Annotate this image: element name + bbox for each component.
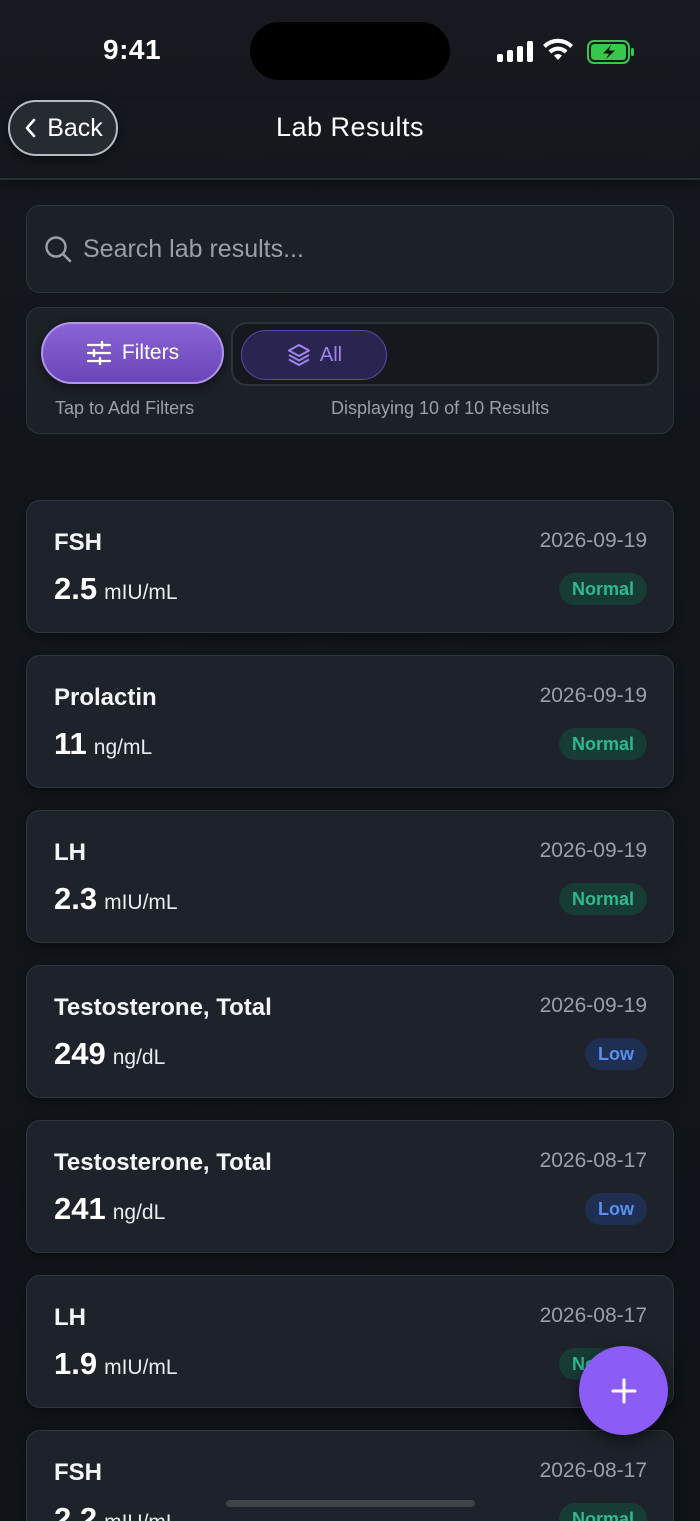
result-date: 2026-08-17 bbox=[539, 1304, 647, 1327]
status-badge: Normal bbox=[558, 573, 647, 605]
filters-button-label: Filters bbox=[121, 341, 180, 364]
result-unit: mIU/mL bbox=[104, 1511, 178, 1521]
wifi-icon bbox=[543, 38, 573, 60]
layers-icon bbox=[287, 344, 310, 366]
result-value-row: 11 ng/mL bbox=[54, 726, 152, 762]
result-unit: ng/dL bbox=[112, 1046, 166, 1069]
result-value-row: 2.5 mIU/mL bbox=[54, 571, 178, 607]
result-name: Testosterone, Total bbox=[54, 1149, 272, 1176]
result-unit: mIU/mL bbox=[104, 1356, 178, 1379]
result-name: Prolactin bbox=[54, 684, 157, 711]
filters-button[interactable]: Filters bbox=[41, 322, 224, 384]
result-name: LH bbox=[54, 1304, 86, 1331]
result-name: Testosterone, Total bbox=[54, 994, 272, 1021]
filter-hint: Tap to Add Filters bbox=[55, 398, 195, 418]
result-date: 2026-09-19 bbox=[539, 529, 647, 552]
lab-result-card[interactable]: LH 2026-08-17 1.9 mIU/mL Normal bbox=[26, 1275, 674, 1408]
lab-result-card[interactable]: LH 2026-09-19 2.3 mIU/mL Normal bbox=[26, 810, 674, 943]
search-icon bbox=[45, 236, 72, 263]
result-unit: mIU/mL bbox=[104, 891, 178, 914]
result-date: 2026-09-19 bbox=[539, 994, 647, 1017]
result-value: 249 bbox=[54, 1036, 106, 1071]
status-badge: Low bbox=[585, 1038, 647, 1070]
search-bar[interactable] bbox=[26, 205, 674, 293]
result-date: 2026-08-17 bbox=[539, 1459, 647, 1482]
result-value: 2.5 bbox=[54, 571, 98, 606]
status-badge: Low bbox=[585, 1193, 647, 1225]
result-value: 241 bbox=[54, 1191, 106, 1226]
add-result-button[interactable] bbox=[579, 1346, 668, 1435]
result-unit: ng/dL bbox=[112, 1201, 166, 1224]
result-value-row: 241 ng/dL bbox=[54, 1191, 165, 1227]
status-bar: 9:41 bbox=[0, 0, 700, 100]
result-value: 1.9 bbox=[54, 1346, 98, 1381]
result-name: FSH bbox=[54, 1459, 102, 1486]
cellular-signal-icon bbox=[497, 40, 533, 62]
home-indicator bbox=[226, 1500, 475, 1507]
result-date: 2026-09-19 bbox=[539, 839, 647, 862]
result-value-row: 249 ng/dL bbox=[54, 1036, 165, 1072]
result-value: 2.2 bbox=[54, 1501, 98, 1521]
sliders-icon bbox=[86, 341, 112, 365]
result-value-row: 2.3 mIU/mL bbox=[54, 881, 178, 917]
result-unit: ng/mL bbox=[93, 736, 153, 759]
result-name: LH bbox=[54, 839, 86, 866]
filter-chip-label: All bbox=[319, 343, 343, 366]
status-badge: Normal bbox=[558, 728, 647, 760]
result-unit: mIU/mL bbox=[104, 581, 178, 604]
battery-charging-icon bbox=[587, 40, 634, 64]
result-date: 2026-09-19 bbox=[539, 684, 647, 707]
status-badge: Normal bbox=[558, 1503, 647, 1521]
lab-result-card[interactable]: Prolactin 2026-09-19 11 ng/mL Normal bbox=[26, 655, 674, 788]
result-date: 2026-08-17 bbox=[539, 1149, 647, 1172]
page-title: Lab Results bbox=[275, 112, 425, 142]
result-name: FSH bbox=[54, 529, 102, 556]
result-count: Displaying 10 of 10 Results bbox=[331, 398, 550, 418]
result-value-row: 2.2 mIU/mL bbox=[54, 1501, 178, 1521]
plus-icon bbox=[611, 1378, 636, 1403]
lab-result-card[interactable]: FSH 2026-08-17 2.2 mIU/mL Normal bbox=[26, 1430, 674, 1521]
search-input[interactable] bbox=[83, 234, 673, 264]
filter-chip-all[interactable]: All bbox=[241, 330, 387, 380]
filter-panel: Filters All Tap to Add Filters Displayin… bbox=[26, 307, 674, 434]
nav-header: Back Lab Results bbox=[0, 100, 700, 180]
lab-result-card[interactable]: Testosterone, Total 2026-08-17 241 ng/dL… bbox=[26, 1120, 674, 1253]
result-value: 11 bbox=[54, 726, 87, 761]
result-value-row: 1.9 mIU/mL bbox=[54, 1346, 178, 1382]
filter-chip-track: All bbox=[231, 322, 659, 386]
lab-result-card[interactable]: FSH 2026-09-19 2.5 mIU/mL Normal bbox=[26, 500, 674, 633]
result-value: 2.3 bbox=[54, 881, 98, 916]
dynamic-island bbox=[250, 22, 450, 80]
status-time: 9:41 bbox=[103, 34, 162, 65]
status-badge: Normal bbox=[558, 883, 647, 915]
lab-result-card[interactable]: Testosterone, Total 2026-09-19 249 ng/dL… bbox=[26, 965, 674, 1098]
